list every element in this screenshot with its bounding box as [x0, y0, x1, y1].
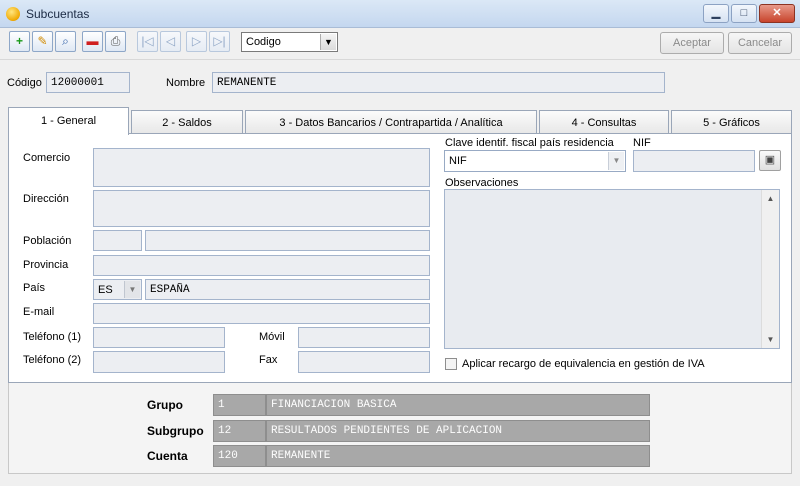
postal-code-field[interactable] [93, 230, 142, 251]
sort-order-value: Codigo [246, 36, 281, 48]
tab-datos-bancarios[interactable]: 3 - Datos Bancarios / Contrapartida / An… [245, 110, 537, 134]
cuenta-code-field: 120 [213, 445, 266, 467]
fax-field[interactable] [298, 351, 430, 373]
cuenta-name-value: REMANENTE [271, 450, 331, 462]
clave-label: Clave identif. fiscal país residencia [445, 137, 614, 149]
print-icon: ⎙ [110, 34, 121, 48]
email-label: E-mail [23, 306, 55, 318]
poblacion-label: Población [23, 235, 72, 247]
name-label: Nombre [166, 77, 206, 89]
search-icon: ⌕ [62, 34, 69, 48]
last-icon: ▷| [213, 34, 226, 48]
name-field[interactable]: REMANENTE [212, 72, 665, 93]
next-icon: ▷ [191, 34, 202, 48]
scroll-down-icon: ▼ [766, 335, 775, 344]
grupo-code-field: 1 [213, 394, 266, 416]
nif-lookup-button[interactable]: ▣ [759, 150, 781, 171]
subgrupo-name-value: RESULTADOS PENDIENTES DE APLICACION [271, 425, 503, 437]
minimize-button[interactable]: ▁ [703, 4, 729, 23]
close-button[interactable]: ✕ [759, 4, 795, 23]
last-record-button[interactable]: ▷| [209, 31, 230, 52]
provincia-field[interactable] [93, 255, 430, 276]
clave-value: NIF [449, 155, 467, 167]
clave-select[interactable]: NIF ▼ [444, 150, 626, 172]
direccion-label: Dirección [23, 193, 69, 205]
close-icon: ✕ [772, 7, 782, 19]
app-icon [6, 7, 20, 21]
grupo-label: Grupo [147, 398, 183, 412]
subgrupo-code-field: 12 [213, 420, 266, 442]
new-button[interactable]: + [9, 31, 30, 52]
cuenta-label: Cuenta [147, 449, 188, 463]
edit-button[interactable]: ✎ [32, 31, 53, 52]
subgrupo-label: Subgrupo [147, 424, 204, 438]
sort-order-select[interactable]: Codigo ▼ [241, 32, 338, 52]
prev-record-button[interactable]: ◁ [160, 31, 181, 52]
new-icon: + [15, 34, 23, 48]
maximize-button[interactable]: □ [731, 4, 757, 23]
direccion-field[interactable] [93, 190, 430, 227]
recargo-checkbox[interactable] [445, 358, 457, 370]
title-bar [0, 0, 800, 28]
next-record-button[interactable]: ▷ [186, 31, 207, 52]
pais-label: País [23, 282, 46, 294]
chevron-down-icon: ▼ [320, 34, 336, 50]
code-value: 12000001 [51, 77, 104, 89]
pais-name-field[interactable]: ESPAÑA [145, 279, 430, 300]
code-field[interactable]: 12000001 [46, 72, 130, 93]
grupo-name-field: FINANCIACION BASICA [266, 394, 650, 416]
pais-code-value: ES [98, 284, 113, 296]
telefono1-label: Teléfono (1) [23, 331, 82, 343]
tab-saldos[interactable]: 2 - Saldos [131, 110, 243, 134]
search-button[interactable]: ⌕ [55, 31, 76, 52]
print-button[interactable]: ⎙ [105, 31, 126, 52]
nif-label: NIF [633, 137, 651, 149]
name-value: REMANENTE [217, 77, 277, 89]
nif-field[interactable] [633, 150, 755, 172]
tab-consultas[interactable]: 4 - Consultas [539, 110, 669, 134]
telefono2-label: Teléfono (2) [23, 354, 82, 366]
maximize-icon: □ [740, 7, 748, 19]
movil-label: Móvil [259, 331, 285, 343]
poblacion-field[interactable] [145, 230, 430, 251]
card-icon: ▣ [764, 154, 776, 166]
accept-button[interactable]: Aceptar [660, 32, 724, 54]
chevron-down-icon: ▼ [124, 281, 140, 298]
chevron-down-icon: ▼ [608, 152, 624, 170]
provincia-label: Provincia [23, 259, 69, 271]
email-field[interactable] [93, 303, 430, 324]
pais-name-value: ESPAÑA [150, 284, 190, 296]
edit-icon: ✎ [37, 34, 48, 48]
observaciones-label: Observaciones [445, 177, 519, 189]
prev-icon: ◁ [165, 34, 176, 48]
telefono1-field[interactable] [93, 327, 225, 348]
first-icon: |◁ [141, 34, 154, 48]
window-title: Subcuentas [26, 7, 90, 21]
cuenta-code-value: 120 [218, 450, 238, 462]
comercio-field[interactable] [93, 148, 430, 187]
first-record-button[interactable]: |◁ [137, 31, 158, 52]
tab-graficos[interactable]: 5 - Gráficos [671, 110, 792, 134]
code-label: Código [7, 77, 42, 89]
minimize-icon: ▁ [711, 7, 721, 19]
cuenta-name-field: REMANENTE [266, 445, 650, 467]
subgrupo-code-value: 12 [218, 425, 232, 437]
grupo-code-value: 1 [218, 399, 225, 411]
subgrupo-name-field: RESULTADOS PENDIENTES DE APLICACION [266, 420, 650, 442]
delete-button[interactable]: ▬ [82, 31, 103, 52]
recargo-label: Aplicar recargo de equivalencia en gesti… [462, 358, 705, 370]
comercio-label: Comercio [23, 152, 71, 164]
fax-label: Fax [259, 354, 278, 366]
delete-icon: ▬ [86, 34, 99, 48]
telefono2-field[interactable] [93, 351, 225, 373]
scroll-up-icon: ▲ [766, 194, 775, 203]
cancel-button[interactable]: Cancelar [728, 32, 792, 54]
pais-code-select[interactable]: ES ▼ [93, 279, 142, 300]
tab-general[interactable]: 1 - General [8, 107, 129, 135]
observaciones-scrollbar[interactable]: ▲ ▼ [761, 190, 779, 348]
observaciones-textarea[interactable]: ▲ ▼ [444, 189, 780, 349]
grupo-name-value: FINANCIACION BASICA [271, 399, 397, 411]
movil-field[interactable] [298, 327, 430, 348]
